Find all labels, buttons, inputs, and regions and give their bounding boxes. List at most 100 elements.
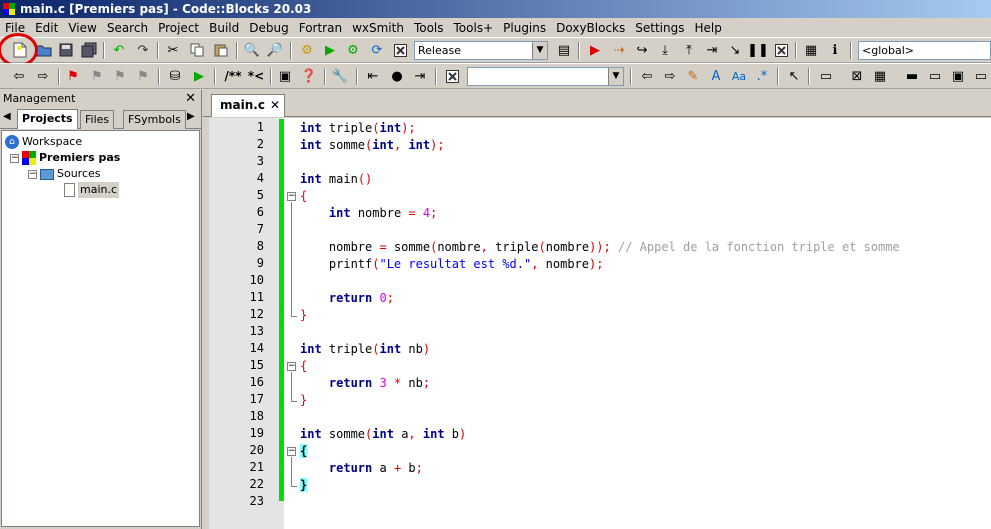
line-number: 13 <box>249 324 264 338</box>
layout-5-icon[interactable]: ▭ <box>926 67 944 85</box>
find-icon[interactable]: 🔍 <box>243 41 261 59</box>
menu-debug[interactable]: Debug <box>244 21 293 35</box>
doxy-extract-icon[interactable]: ▶ <box>190 67 208 85</box>
info-icon[interactable]: ℹ <box>826 41 844 59</box>
abort-icon[interactable] <box>391 41 409 59</box>
doxy-html-icon[interactable]: ▣ <box>276 67 294 85</box>
menu-tools[interactable]: Tools <box>409 21 449 35</box>
tab-fsymbols[interactable]: FSymbols <box>123 110 186 129</box>
layout-6-icon[interactable]: ▣ <box>949 67 967 85</box>
toggle-bookmark-icon[interactable]: ⚑ <box>64 67 82 85</box>
menu-settings[interactable]: Settings <box>630 21 689 35</box>
save-all-icon[interactable] <box>80 41 98 59</box>
tree-project[interactable]: − Premiers pas <box>10 150 120 166</box>
layout-7-icon[interactable]: ▭ <box>972 67 990 85</box>
stop-debug-icon[interactable] <box>772 41 790 59</box>
cursor-select-icon[interactable]: ↖ <box>785 67 803 85</box>
layout-2-icon[interactable]: ⊠ <box>848 67 866 85</box>
doxy-config-icon[interactable]: 🔧 <box>331 67 349 85</box>
run-icon[interactable]: ▶ <box>321 41 339 59</box>
step-instruction-icon[interactable]: ↘ <box>726 41 744 59</box>
replace-icon[interactable]: 🔎 <box>266 41 284 59</box>
menu-search[interactable]: Search <box>102 21 153 35</box>
window-title: main.c [Premiers pas] - Code::Blocks 20.… <box>20 2 312 16</box>
menu-plugins[interactable]: Plugins <box>498 21 551 35</box>
close-icon[interactable]: ✕ <box>270 95 280 116</box>
menu-project[interactable]: Project <box>153 21 204 35</box>
doxywizard-icon[interactable]: ⛁ <box>166 67 184 85</box>
debug-windows-icon[interactable]: ▦ <box>802 41 820 59</box>
menu-view[interactable]: View <box>63 21 101 35</box>
regex-icon[interactable]: .* <box>753 67 771 85</box>
tab-projects[interactable]: Projects <box>17 109 78 129</box>
match-case-icon[interactable]: A <box>707 67 725 85</box>
next-bookmark-icon[interactable]: ⚑ <box>111 67 129 85</box>
layout-4-icon[interactable]: ▬ <box>903 67 921 85</box>
paste-icon[interactable] <box>212 41 230 59</box>
build-options-icon[interactable]: ▤ <box>555 41 573 59</box>
back-arrow-icon[interactable]: ⇦ <box>10 67 28 85</box>
code-line: { <box>300 444 308 458</box>
jump-dot-icon[interactable]: ● <box>388 67 406 85</box>
fold-triple-icon[interactable]: − <box>287 362 296 371</box>
tab-scroll-right-icon[interactable]: ▶ <box>187 111 195 122</box>
highlight-icon[interactable]: ✎ <box>684 67 702 85</box>
save-icon[interactable] <box>57 41 75 59</box>
fold-somme-icon[interactable]: − <box>287 447 296 456</box>
rebuild-icon[interactable]: ⟳ <box>368 41 386 59</box>
jump-back-icon[interactable]: ⇤ <box>364 67 382 85</box>
line-number: 3 <box>256 154 264 168</box>
line-comment-button[interactable]: *< <box>245 67 267 85</box>
doxy-help-icon[interactable]: ❓ <box>300 67 318 85</box>
tree-workspace[interactable]: ⌂ Workspace <box>5 134 82 150</box>
forward-arrow-icon[interactable]: ⇨ <box>34 67 52 85</box>
pause-icon[interactable]: ❚❚ <box>747 41 769 59</box>
undo-icon[interactable]: ↶ <box>110 41 128 59</box>
line-number: 20 <box>249 443 264 457</box>
close-icon[interactable]: ✕ <box>185 90 196 107</box>
build-gear-icon[interactable]: ⚙ <box>298 41 316 59</box>
whole-word-icon[interactable]: Aa <box>730 67 748 85</box>
build-and-run-icon[interactable]: ⚙ <box>344 41 362 59</box>
layout-1-icon[interactable]: ▭ <box>817 67 835 85</box>
redo-icon[interactable]: ↷ <box>134 41 152 59</box>
tab-scroll-left-icon[interactable]: ◀ <box>3 111 11 122</box>
copy-icon[interactable] <box>188 41 206 59</box>
block-comment-button[interactable]: /** <box>222 67 244 85</box>
menu-help[interactable]: Help <box>689 21 726 35</box>
symbol-select[interactable]: ▼ <box>467 67 624 86</box>
run-to-cursor-icon[interactable]: ⇢ <box>610 41 628 59</box>
find-prev-icon[interactable]: ⇦ <box>638 67 656 85</box>
menu-doxyblocks[interactable]: DoxyBlocks <box>551 21 630 35</box>
tab-files[interactable]: Files <box>80 110 115 129</box>
next-instruction-icon[interactable]: ⇥ <box>703 41 721 59</box>
debug-run-icon[interactable]: ▶ <box>586 41 604 59</box>
clear-icon[interactable] <box>443 67 461 85</box>
tree-file-main[interactable]: main.c <box>64 182 120 198</box>
menu-edit[interactable]: Edit <box>30 21 63 35</box>
prev-bookmark-icon[interactable]: ⚑ <box>88 67 106 85</box>
menu-build[interactable]: Build <box>204 21 244 35</box>
code-line: printf("Le resultat est %d.", nombre); <box>300 257 604 271</box>
fold-margin: − − − <box>284 118 300 529</box>
menu-tools-plus[interactable]: Tools+ <box>449 21 499 35</box>
menu-wxsmith[interactable]: wxSmith <box>347 21 409 35</box>
jump-forward-icon[interactable]: ⇥ <box>411 67 429 85</box>
scope-select[interactable]: <global> <box>858 41 991 60</box>
build-target-select[interactable]: Release ▼ <box>414 41 548 60</box>
step-out-icon[interactable]: ⤒ <box>680 41 698 59</box>
layout-3-icon[interactable]: ▦ <box>871 67 889 85</box>
menu-fortran[interactable]: Fortran <box>294 21 347 35</box>
collapse-icon[interactable]: − <box>28 169 37 179</box>
collapse-icon[interactable]: − <box>10 153 19 163</box>
fold-main-icon[interactable]: − <box>287 192 296 201</box>
tree-folder-sources[interactable]: − Sources <box>28 166 101 182</box>
next-line-icon[interactable]: ↪ <box>633 41 651 59</box>
step-into-icon[interactable]: ⤓ <box>656 41 674 59</box>
code-line: return a + b; <box>328 461 423 475</box>
code-editor[interactable]: int triple(int); int somme(int, int); in… <box>300 118 991 529</box>
tab-main-c[interactable]: main.c ✕ <box>211 94 285 117</box>
cut-icon[interactable]: ✂ <box>164 41 182 59</box>
clear-bookmarks-icon[interactable]: ⚑ <box>134 67 152 85</box>
find-next-icon[interactable]: ⇨ <box>661 67 679 85</box>
